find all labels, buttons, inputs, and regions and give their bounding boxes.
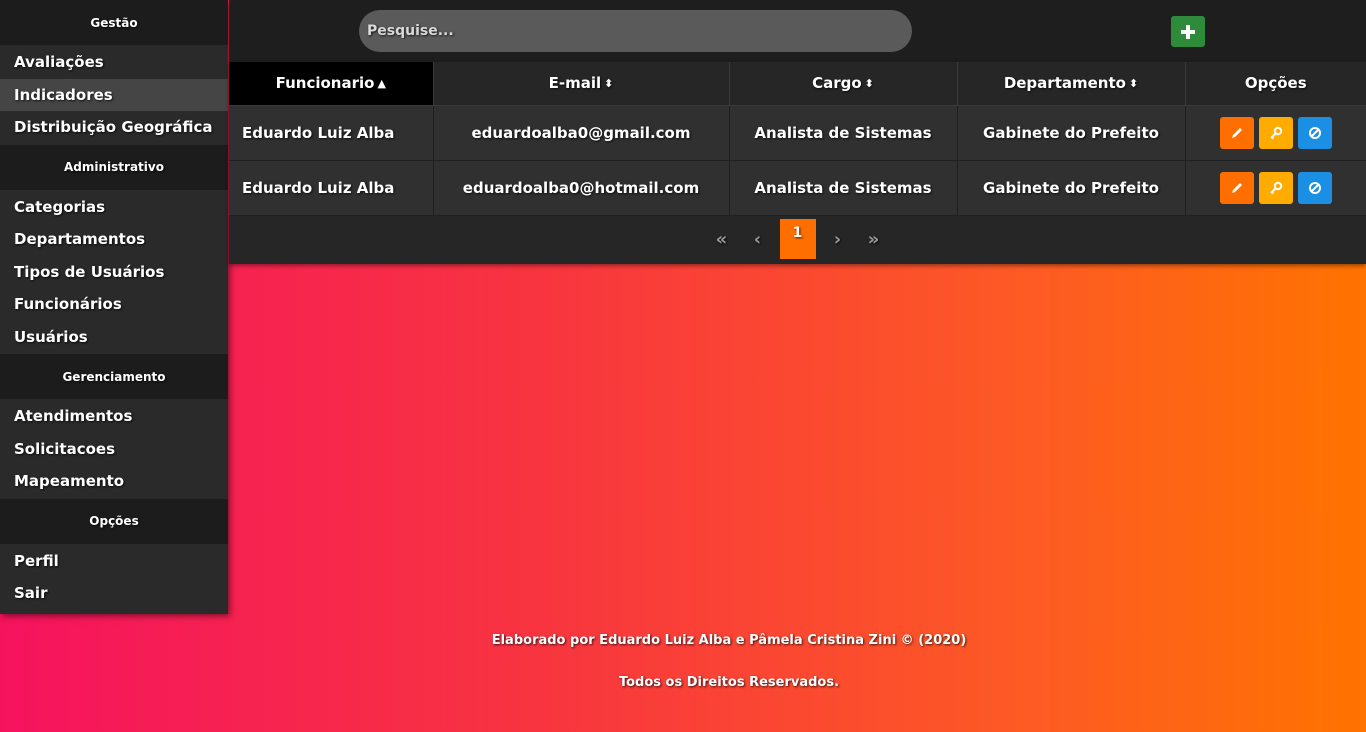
- sidebar-item-perfil[interactable]: Perfil: [0, 544, 228, 577]
- cell-cargo: Analista de Sistemas: [729, 160, 958, 216]
- sidebar-menu: Gestão Avaliações Indicadores Distribuiç…: [0, 0, 228, 614]
- sidebar-section-title-opcoes: Opções: [0, 498, 228, 544]
- sidebar-section-title-gestao: Gestão: [0, 0, 228, 45]
- column-header-funcionario[interactable]: Funcionario ▲: [229, 62, 434, 106]
- column-header-opcoes: Opções: [1185, 62, 1366, 106]
- column-header-label: Funcionario: [275, 74, 375, 93]
- sidebar-item-atendimentos[interactable]: Atendimentos: [0, 400, 228, 433]
- employees-table-panel: Funcionario ▲ E-mail ⬍ Cargo ⬍ Departamento…: [229, 62, 1366, 264]
- cell-email: eduardoalba0@gmail.com: [433, 105, 730, 161]
- current-page-button[interactable]: 1: [779, 219, 816, 259]
- pencil-icon: [1231, 127, 1242, 138]
- cell-opcoes: [1185, 160, 1366, 216]
- cell-funcionario: Eduardo Luiz Alba: [229, 160, 434, 216]
- cell-departamento: Gabinete do Prefeito: [957, 105, 1186, 161]
- sidebar-section-title-gerenciamento: Gerenciamento: [0, 354, 228, 399]
- sidebar-item-sair[interactable]: Sair: [0, 577, 228, 610]
- block-icon: [1308, 181, 1321, 194]
- column-header-label: Cargo: [812, 74, 862, 93]
- sort-icon: ⬍: [864, 77, 874, 91]
- deactivate-button[interactable]: [1297, 116, 1332, 149]
- block-icon: [1308, 126, 1321, 139]
- cell-funcionario: Eduardo Luiz Alba: [229, 105, 434, 161]
- sidebar-item-avaliacoes[interactable]: Avaliações: [0, 46, 228, 79]
- key-icon: [1270, 181, 1282, 194]
- footer-rights: Todos os Direitos Reservados.: [618, 675, 840, 690]
- add-employee-button[interactable]: [1171, 16, 1205, 47]
- top-bar: [229, 0, 1366, 62]
- sidebar-item-departamentos[interactable]: Departamentos: [0, 223, 228, 256]
- reset-password-button[interactable]: [1258, 116, 1293, 149]
- cell-cargo: Analista de Sistemas: [729, 105, 958, 161]
- sidebar-item-solicitacoes[interactable]: Solicitacoes: [0, 432, 228, 465]
- table-row: Eduardo Luiz Alba eduardoalba0@hotmail.c…: [229, 160, 1366, 216]
- edit-button[interactable]: [1219, 116, 1254, 149]
- first-page-button[interactable]: «: [704, 219, 740, 259]
- sidebar-item-tipos-de-usuarios[interactable]: Tipos de Usuários: [0, 255, 228, 288]
- cell-departamento: Gabinete do Prefeito: [957, 160, 1186, 216]
- reset-password-button[interactable]: [1258, 171, 1293, 204]
- sidebar-section-title-administrativo: Administrativo: [0, 144, 228, 190]
- search-input[interactable]: [359, 10, 912, 52]
- column-header-label: Opções: [1244, 74, 1307, 93]
- table-header-row: Funcionario ▲ E-mail ⬍ Cargo ⬍ Departamento…: [229, 62, 1366, 106]
- edit-button[interactable]: [1219, 171, 1254, 204]
- cell-opcoes: [1185, 105, 1366, 161]
- sort-icon: ⬍: [1128, 77, 1139, 91]
- last-page-button[interactable]: »: [856, 219, 892, 259]
- table-row: Eduardo Luiz Alba eduardoalba0@gmail.com…: [229, 105, 1366, 161]
- column-header-departamento[interactable]: Departamento ⬍: [957, 62, 1186, 106]
- pencil-icon: [1231, 182, 1242, 193]
- column-header-label: Departamento: [1003, 74, 1126, 93]
- plus-icon: [1181, 24, 1195, 39]
- sidebar-item-funcionarios[interactable]: Funcionários: [0, 288, 228, 321]
- pagination: « ‹ 1 › »: [229, 219, 1366, 264]
- column-header-label: E-mail: [548, 74, 602, 93]
- next-page-button[interactable]: ›: [820, 219, 856, 259]
- sidebar-item-usuarios[interactable]: Usuários: [0, 320, 228, 353]
- sidebar-item-mapeamento[interactable]: Mapeamento: [0, 465, 228, 498]
- sort-asc-icon: ▲: [377, 77, 386, 91]
- cell-email: eduardoalba0@hotmail.com: [433, 160, 730, 216]
- sidebar-item-categorias[interactable]: Categorias: [0, 190, 228, 223]
- column-header-cargo[interactable]: Cargo ⬍: [729, 62, 958, 106]
- key-icon: [1270, 126, 1282, 139]
- footer-credits: Elaborado por Eduardo Luiz Alba e Pâmela…: [491, 633, 967, 648]
- column-header-email[interactable]: E-mail ⬍: [433, 62, 730, 106]
- prev-page-button[interactable]: ‹: [740, 219, 776, 259]
- employees-table: Funcionario ▲ E-mail ⬍ Cargo ⬍ Departamento…: [229, 62, 1366, 216]
- deactivate-button[interactable]: [1297, 171, 1332, 204]
- sidebar-item-distribuicao-geografica[interactable]: Distribuição Geográfica: [0, 111, 228, 144]
- sort-icon: ⬍: [604, 77, 614, 91]
- sidebar-item-indicadores[interactable]: Indicadores: [0, 78, 228, 111]
